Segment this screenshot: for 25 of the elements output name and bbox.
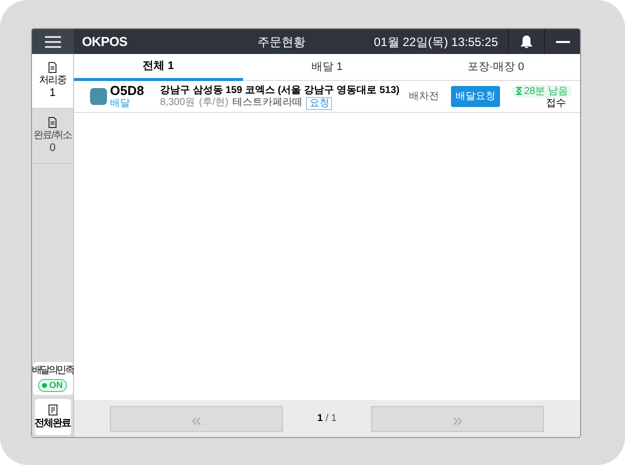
order-type: 배달 <box>110 98 131 109</box>
request-tag: 요청 <box>306 96 332 110</box>
date-time: 01월 22일(목) 13:55:25 <box>374 34 498 50</box>
hourglass-icon <box>516 87 522 95</box>
tab[interactable]: 배달 1 <box>242 54 412 80</box>
logo: OKPOS <box>82 32 128 51</box>
payment-method: (후/현) <box>199 97 228 109</box>
complete-all-button[interactable]: 전체완료 <box>34 399 70 435</box>
order-state: 접수 <box>546 98 566 108</box>
page-title: 주문현황 <box>257 34 306 50</box>
store-name: 테스트카페라떼 <box>232 97 302 109</box>
toggle-label: 배달의민족 <box>32 365 74 377</box>
order-code: O5D8 <box>110 84 145 98</box>
document-icon <box>48 117 57 128</box>
tab[interactable]: 포장·매장 0 <box>411 54 580 80</box>
dispatch-status: 배차전 <box>409 90 440 104</box>
tab[interactable]: 전체 1 <box>74 54 243 81</box>
menu-icon[interactable] <box>32 29 74 54</box>
order-price: 8,300원 <box>160 97 196 109</box>
page-indicator: 1 / 1 <box>316 412 338 426</box>
time-remaining-badge: 28분 남음 <box>512 84 572 98</box>
delivery-address: 강남구 삼성동 159 코엑스 (서울 강남구 영동대로 513) <box>160 84 400 96</box>
app-icon <box>90 88 107 105</box>
document-icon <box>48 62 57 73</box>
sidebar-item[interactable]: 처리중 1 <box>32 54 73 109</box>
